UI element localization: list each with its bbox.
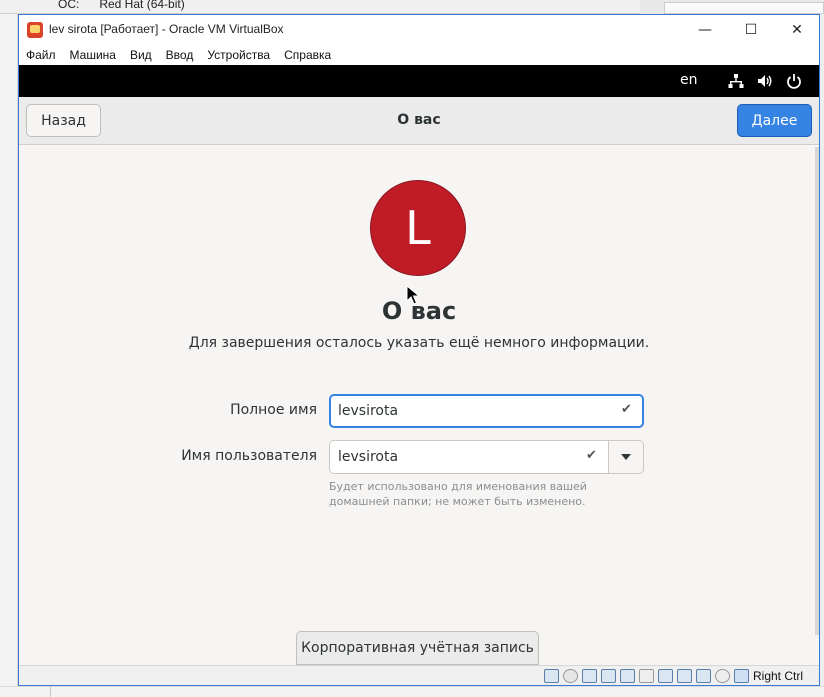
headerbar-title: О вас xyxy=(397,112,441,128)
window-title: lev sirota [Работает] - Oracle VM Virtua… xyxy=(49,22,284,36)
close-button[interactable]: ✕ xyxy=(774,15,820,45)
menu-machine[interactable]: Машина xyxy=(70,48,116,62)
gnome-top-bar: en xyxy=(19,65,819,97)
avatar[interactable]: L xyxy=(370,180,466,276)
username-value: levsirota xyxy=(338,449,399,465)
host-bottom-edge xyxy=(0,686,824,697)
virtualbox-window: lev sirota [Работает] - Oracle VM Virtua… xyxy=(18,14,820,686)
audio-icon[interactable] xyxy=(582,669,597,683)
menu-input[interactable]: Ввод xyxy=(166,48,194,62)
full-name-value: levsirota xyxy=(338,403,399,419)
guest-screen: en Назад О вас Далее L О вас Для заверше… xyxy=(19,65,819,665)
menubar: Файл Машина Вид Ввод Устройства Справка xyxy=(19,45,819,65)
menu-view[interactable]: Вид xyxy=(130,48,152,62)
keyboard-capture-icon[interactable] xyxy=(734,669,749,683)
hard-disk-icon[interactable] xyxy=(544,669,559,683)
vm-status-bar: Right Ctrl xyxy=(19,665,819,685)
host-os-label: ОС: Red Hat (64-bit) xyxy=(58,0,185,11)
menu-help[interactable]: Справка xyxy=(284,48,331,62)
host-left-edge xyxy=(0,14,18,697)
usb-icon[interactable] xyxy=(620,669,635,683)
username-input[interactable]: levsirota xyxy=(329,440,609,474)
volume-icon[interactable] xyxy=(757,73,773,89)
full-name-input[interactable]: levsirota xyxy=(329,394,644,428)
next-button[interactable]: Далее xyxy=(737,104,812,137)
page-subtitle: Для завершения осталось указать ещё немн… xyxy=(188,335,650,351)
mouse-integration-icon[interactable] xyxy=(715,669,730,683)
host-key-label: Right Ctrl xyxy=(753,669,804,683)
page-title: О вас xyxy=(381,297,457,325)
username-hint: Будет использовано для именования вашей … xyxy=(329,480,587,508)
cpu-icon[interactable] xyxy=(696,669,711,683)
minimize-button[interactable]: — xyxy=(682,15,728,45)
maximize-button[interactable]: ☐ xyxy=(728,15,774,45)
display-icon[interactable] xyxy=(658,669,673,683)
power-icon[interactable] xyxy=(786,73,802,89)
full-name-label: Полное имя xyxy=(230,402,317,418)
virtualbox-app-icon xyxy=(27,22,43,38)
scrollbar[interactable] xyxy=(815,147,819,635)
video-capture-icon[interactable] xyxy=(677,669,692,683)
enterprise-login-button[interactable]: Корпоративная учётная запись xyxy=(296,631,539,665)
shared-folders-icon[interactable] xyxy=(639,669,654,683)
menu-devices[interactable]: Устройства xyxy=(207,48,270,62)
optical-drive-icon[interactable] xyxy=(563,669,578,683)
host-divider xyxy=(50,686,51,697)
username-valid-check-icon: ✔ xyxy=(586,448,597,463)
chevron-down-icon xyxy=(621,454,631,460)
host-right-thumbnail xyxy=(664,2,824,14)
network-icon[interactable] xyxy=(728,73,744,89)
keyboard-layout-indicator[interactable]: en xyxy=(680,72,698,88)
window-titlebar[interactable]: lev sirota [Работает] - Oracle VM Virtua… xyxy=(19,15,819,45)
username-dropdown-button[interactable] xyxy=(608,440,644,474)
host-right-edge xyxy=(820,14,824,697)
headerbar: Назад О вас Далее xyxy=(19,97,819,145)
menu-file[interactable]: Файл xyxy=(26,48,56,62)
network-adapter-icon[interactable] xyxy=(601,669,616,683)
username-label: Имя пользователя xyxy=(181,448,317,464)
full-name-valid-check-icon: ✔ xyxy=(621,402,632,417)
